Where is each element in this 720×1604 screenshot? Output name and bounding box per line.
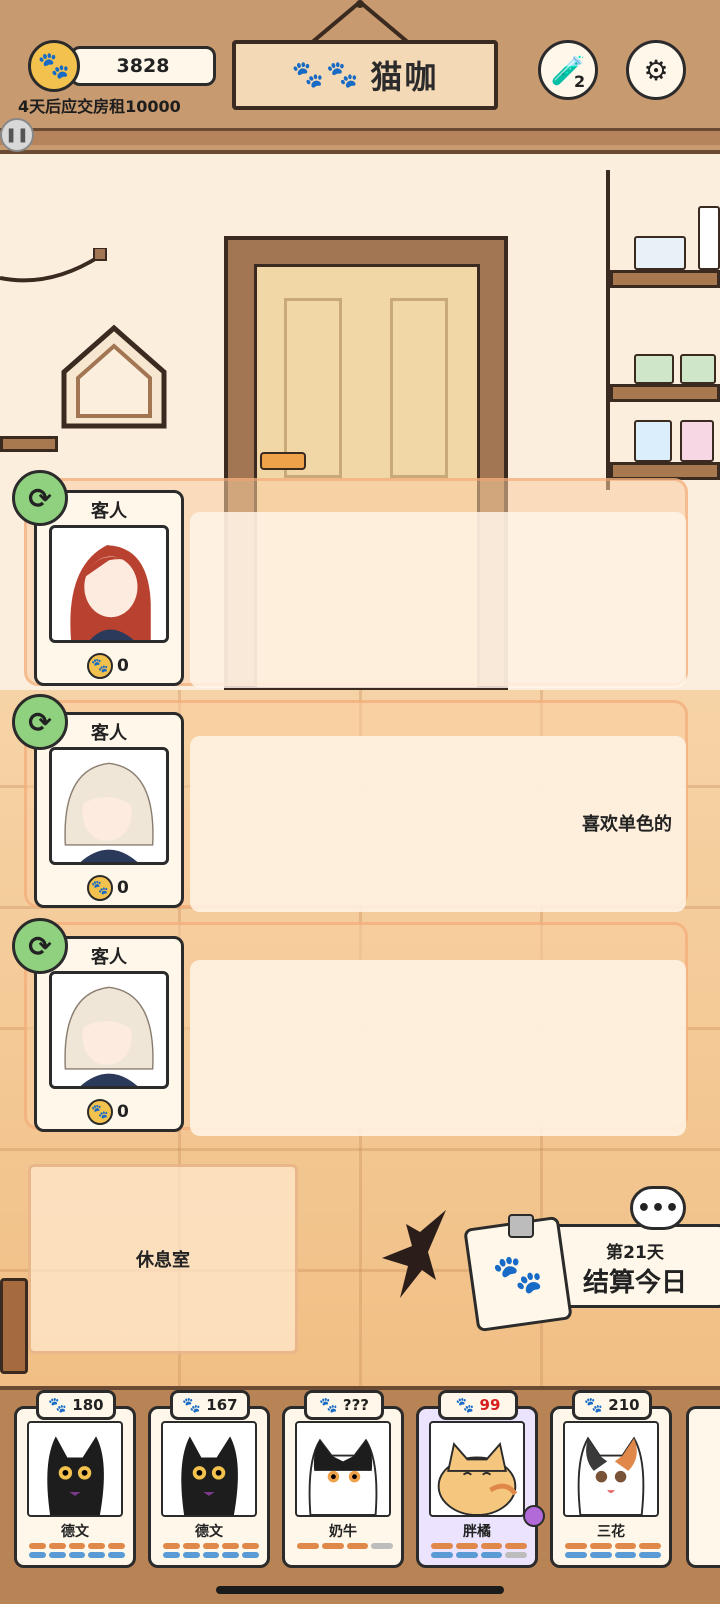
cat-portrait xyxy=(295,1421,391,1517)
cat-stat-bars xyxy=(431,1543,527,1561)
door-handle xyxy=(260,452,306,470)
refresh-customer-button[interactable]: ⟳ xyxy=(12,694,68,750)
cat-portrait xyxy=(429,1421,525,1517)
gear-icon: ⚙ xyxy=(643,53,669,87)
cat-house-decoration xyxy=(61,324,167,429)
pause-button[interactable]: ❚❚ xyxy=(0,118,34,152)
jar xyxy=(634,236,686,270)
refresh-icon: ⟳ xyxy=(28,929,52,963)
refresh-icon: ⟳ xyxy=(28,481,52,515)
jar xyxy=(680,354,716,384)
door-panel xyxy=(390,298,448,478)
clipboard-clip xyxy=(508,1214,534,1238)
cat-card-partial[interactable] xyxy=(686,1406,720,1568)
cat-portrait xyxy=(563,1421,659,1517)
rest-room-label: 休息室 xyxy=(136,1250,190,1271)
paw-icon: 🐾 xyxy=(48,1396,73,1414)
customer-coin-value: 0 xyxy=(117,878,129,898)
cat-card[interactable]: 奶牛 xyxy=(282,1406,404,1568)
cat-score-badge: 🐾 167 xyxy=(170,1390,250,1420)
cat-score: ??? xyxy=(342,1396,369,1414)
cat-portrait xyxy=(161,1421,257,1517)
hammock-decoration xyxy=(0,248,107,283)
cat-name: 奶牛 xyxy=(329,1524,357,1540)
customer-portrait xyxy=(49,971,169,1089)
paw-coin-icon: 🐾 xyxy=(87,1099,113,1125)
cat-score-badge: 🐾 180 xyxy=(36,1390,116,1420)
jar xyxy=(680,420,714,462)
refresh-customer-button[interactable]: ⟳ xyxy=(12,918,68,974)
cat-name: 胖橘 xyxy=(463,1524,491,1540)
customer-request: 喜欢单色的 xyxy=(582,814,672,835)
refresh-customer-button[interactable]: ⟳ xyxy=(12,470,68,526)
cat-score-badge: 🐾 ??? xyxy=(304,1390,384,1420)
paw-coin-icon: 🐾 xyxy=(28,40,80,92)
cat-score-badge: 🐾 99 xyxy=(438,1390,518,1420)
jar xyxy=(634,420,672,462)
plant-pot xyxy=(0,1278,28,1374)
cat-card[interactable]: 德文 xyxy=(148,1406,270,1568)
cat-portrait xyxy=(27,1421,123,1517)
customer-request-area[interactable] xyxy=(190,960,686,1136)
cat-stat-bars xyxy=(565,1543,661,1561)
cat-score: 180 xyxy=(72,1396,104,1414)
cat-card[interactable]: 胖橘 xyxy=(416,1406,545,1568)
cat-stat-bars xyxy=(163,1543,259,1561)
milk-bottle xyxy=(698,206,720,270)
paw-icon: 🐾 xyxy=(318,1396,343,1414)
cat-card[interactable]: 三花 xyxy=(550,1406,672,1568)
refresh-icon: ⟳ xyxy=(28,705,52,739)
cat-score: 99 xyxy=(479,1396,501,1414)
customer-portrait xyxy=(49,525,169,643)
jar xyxy=(634,354,674,384)
cat-name: 德文 xyxy=(61,1524,89,1540)
paw-icon: 🐾 xyxy=(584,1396,609,1414)
coin-amount: 3828 xyxy=(70,46,216,86)
customer-request-area[interactable]: 喜欢单色的 xyxy=(190,736,686,912)
floor-crack xyxy=(382,1210,446,1298)
cat-card[interactable]: 德文 xyxy=(14,1406,136,1568)
top-bar-trim xyxy=(0,128,720,145)
cat-name: 德文 xyxy=(195,1524,223,1540)
customer-coin-value: 0 xyxy=(117,1102,129,1122)
settings-button[interactable]: ⚙ xyxy=(626,40,686,100)
sign-rope xyxy=(308,0,412,44)
day-counter: 第21天 xyxy=(606,1243,664,1263)
cat-stat-bars xyxy=(297,1543,393,1552)
customer-coins: 🐾 0 xyxy=(87,1099,129,1125)
settle-label: 结算今日 xyxy=(582,1268,687,1298)
cat-score: 210 xyxy=(608,1396,640,1414)
customer-coins: 🐾 0 xyxy=(87,875,129,901)
home-indicator xyxy=(216,1586,504,1594)
cat-score-badge: 🐾 210 xyxy=(572,1390,652,1420)
rent-notice: 4天后应交房租10000 xyxy=(18,97,181,116)
shelf-post xyxy=(606,170,610,490)
paw-icon: 🐾🐾 xyxy=(291,60,361,90)
wall-shelf xyxy=(0,436,58,452)
customer-request-area[interactable] xyxy=(190,512,686,688)
paw-icon: 🐾 xyxy=(455,1396,480,1414)
shelf xyxy=(610,270,720,288)
shop-sign: 🐾🐾 猫咖 xyxy=(232,40,498,110)
customer-portrait xyxy=(49,747,169,865)
rest-room-area[interactable]: 休息室 xyxy=(28,1164,298,1354)
shop-title: 猫咖 xyxy=(370,58,439,96)
pause-icon: ❚❚ xyxy=(5,127,29,143)
potion-count: 2 xyxy=(574,72,586,91)
shelf xyxy=(610,384,720,402)
cat-score: 167 xyxy=(206,1396,238,1414)
paw-icon: 🐾 xyxy=(182,1396,207,1414)
potion-button[interactable]: 🧪 xyxy=(538,40,598,100)
cat-name: 三花 xyxy=(597,1524,625,1540)
chat-bubble-icon[interactable]: ••• xyxy=(630,1186,686,1230)
cat-stat-bars xyxy=(29,1543,125,1561)
coin-counter: 3828 🐾 xyxy=(28,40,216,92)
paw-coin-icon: 🐾 xyxy=(87,653,113,679)
customer-coins: 🐾 0 xyxy=(87,653,129,679)
door-panel xyxy=(284,298,342,478)
customer-coin-value: 0 xyxy=(117,656,129,676)
paw-coin-icon: 🐾 xyxy=(87,875,113,901)
